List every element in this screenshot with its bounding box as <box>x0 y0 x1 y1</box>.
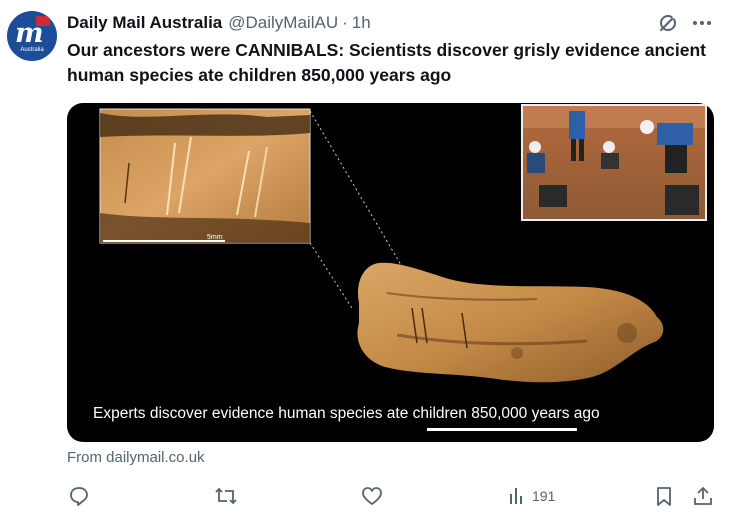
views-count: 191 <box>532 488 556 504</box>
tweet-header: Daily Mail Australia @DailyMailAU · 1h <box>67 12 371 34</box>
inset-scale-label: 5mm <box>207 234 223 241</box>
inset-closeup-image: 5mm <box>99 108 311 244</box>
repost-button[interactable] <box>214 482 238 510</box>
like-button[interactable] <box>361 482 383 510</box>
reply-icon <box>70 487 88 506</box>
display-name[interactable]: Daily Mail Australia <box>67 13 222 33</box>
bookmark-icon <box>657 487 671 506</box>
action-bar: 191 <box>0 482 731 510</box>
tweet-text: Our ancestors were CANNIBALS: Scientists… <box>67 40 706 85</box>
card-image: 5mm <box>99 104 707 383</box>
excavation-site-image <box>521 104 707 221</box>
card-source-link[interactable]: From dailymail.co.uk <box>67 449 205 466</box>
timestamp[interactable]: 1h <box>352 13 371 33</box>
like-icon <box>362 487 382 505</box>
views-icon <box>510 488 522 504</box>
card-caption: Experts discover evidence human species … <box>93 405 600 422</box>
avatar-sub-label: Australia <box>20 47 44 53</box>
avatar[interactable]: m Australia <box>7 11 57 61</box>
more-options-icon[interactable] <box>691 12 713 34</box>
repost-icon <box>215 487 237 505</box>
caption-scale-bar <box>427 428 577 431</box>
grok-icon[interactable] <box>657 12 679 34</box>
link-card[interactable]: 5mm Experts discover evidence human spec… <box>67 103 714 442</box>
views-button[interactable]: 191 <box>508 482 555 510</box>
avatar-logo-mark: m <box>15 18 44 49</box>
share-button[interactable] <box>692 482 714 510</box>
bookmark-button[interactable] <box>654 482 674 510</box>
reply-button[interactable] <box>68 482 90 510</box>
user-handle[interactable]: @DailyMailAU <box>228 13 338 33</box>
share-icon <box>694 486 712 505</box>
tweet[interactable]: m Australia Daily Mail Australia @DailyM… <box>0 0 731 526</box>
header-separator: · <box>342 13 348 32</box>
